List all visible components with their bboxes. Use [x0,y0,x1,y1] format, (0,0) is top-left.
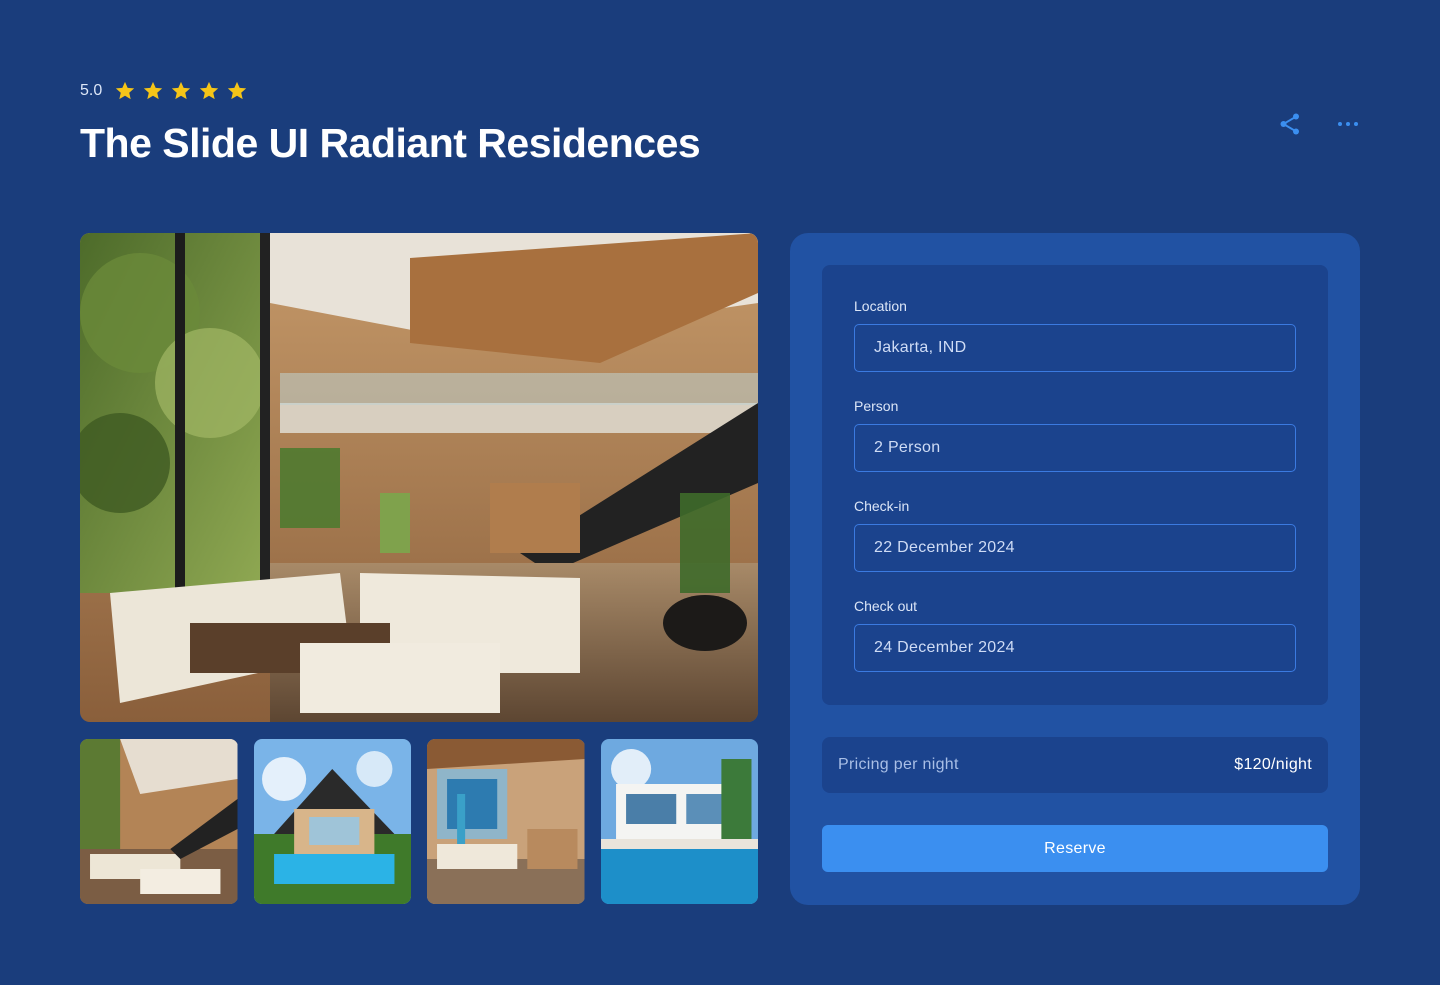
booking-panel: Location Person Check-in Check out Prici… [790,233,1360,905]
checkin-field: Check-in [854,497,1296,572]
star-icon [170,80,192,102]
checkin-input[interactable] [854,524,1296,572]
location-input[interactable] [854,324,1296,372]
star-icon [226,80,248,102]
thumbnail-2[interactable] [253,739,411,904]
person-input[interactable] [854,424,1296,472]
share-icon[interactable] [1278,108,1302,140]
location-field: Location [854,297,1296,372]
star-icon [114,80,136,102]
pricing-value: $120/night [1234,756,1312,773]
pricing-label: Pricing per night [838,756,959,773]
more-icon[interactable] [1336,108,1360,140]
page-title: The Slide UI Radiant Residences [80,120,701,166]
checkout-field: Check out [854,597,1296,672]
star-icon [198,80,220,102]
location-label: Location [854,298,907,314]
thumbnail-1[interactable] [80,739,238,904]
rating-value: 5.0 [80,82,103,99]
person-label: Person [854,398,899,414]
pricing-row: Pricing per night $120/night [822,737,1328,793]
main-photo[interactable] [80,233,758,722]
checkin-label: Check-in [854,498,910,514]
thumbnail-3[interactable] [427,739,585,904]
checkout-input[interactable] [854,624,1296,672]
checkout-label: Check out [854,598,918,614]
reserve-button[interactable]: Reserve [822,825,1328,872]
thumbnail-4[interactable] [600,739,758,904]
booking-form: Location Person Check-in Check out [822,265,1328,705]
header-actions [1278,108,1360,140]
person-field: Person [854,397,1296,472]
star-icon [142,80,164,102]
thumbnail-strip [80,739,758,904]
rating: 5.0 [80,80,248,102]
